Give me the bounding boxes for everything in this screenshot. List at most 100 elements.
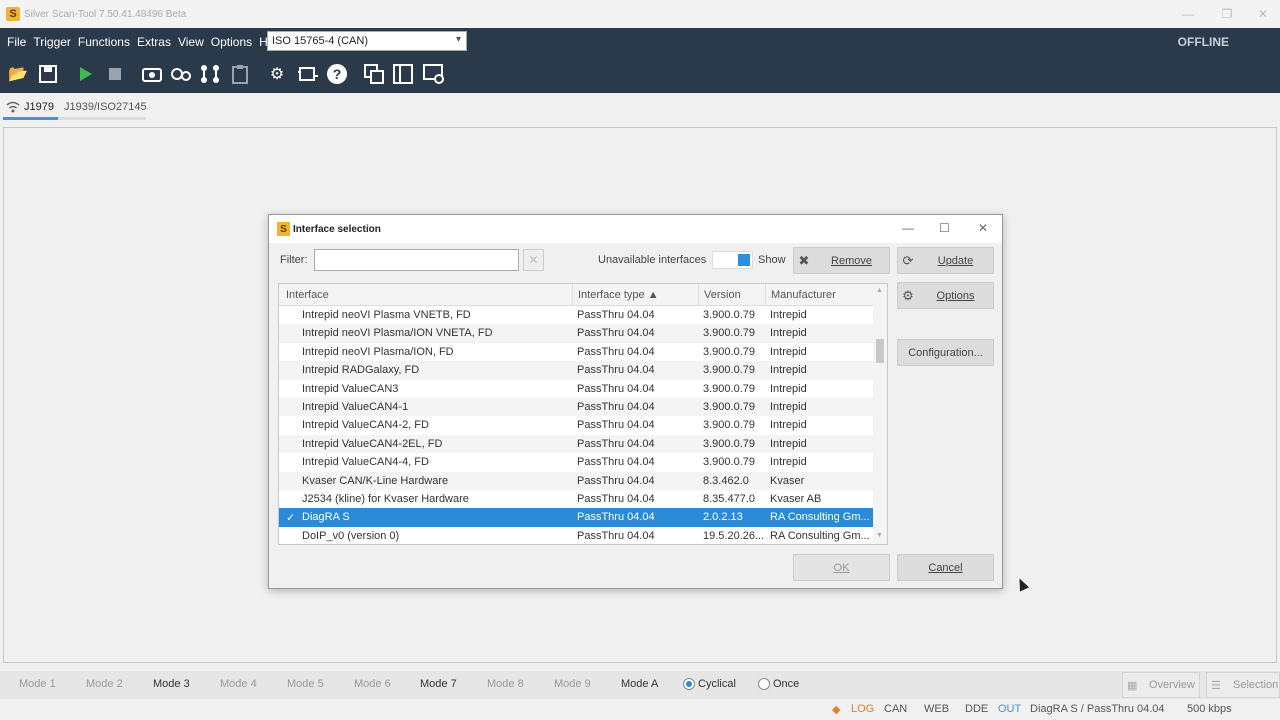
minimize-icon[interactable]: — xyxy=(1168,0,1208,28)
overview-button[interactable]: ▦ Overview xyxy=(1122,672,1200,698)
column-interface-type[interactable]: Interface type ▲ xyxy=(578,289,659,301)
gear-icon[interactable]: ⚙ xyxy=(266,63,288,85)
cell-manufacturer: Intrepid xyxy=(770,456,807,469)
tab-j1939-iso27145[interactable]: J1939/ISO27145 xyxy=(64,101,147,113)
mode-7-button[interactable]: Mode 7 xyxy=(420,678,457,690)
cell-version: 3.900.0.79 xyxy=(703,456,755,469)
play-icon[interactable] xyxy=(74,63,96,85)
dialog-close-icon[interactable]: ✕ xyxy=(978,221,988,235)
connection-status: OFFLINE xyxy=(1177,35,1229,49)
cell-version: 3.900.0.79 xyxy=(703,364,755,377)
mode-8-button[interactable]: Mode 8 xyxy=(487,678,524,690)
maximize-icon[interactable]: ❐ xyxy=(1207,0,1247,28)
open-folder-icon[interactable]: 📂 xyxy=(7,63,29,85)
connections-icon[interactable] xyxy=(199,63,221,85)
table-row[interactable]: Intrepid ValueCAN3 PassThru 04.04 3.900.0.… xyxy=(279,380,875,398)
show-unavailable-toggle[interactable] xyxy=(712,251,753,269)
column-version[interactable]: Version xyxy=(704,289,741,301)
menu-bar: File Trigger Functions Extras View Optio… xyxy=(0,28,1280,55)
menu-extras[interactable]: Extras xyxy=(137,35,171,49)
mode-6-button[interactable]: Mode 6 xyxy=(354,678,391,690)
scrollbar-thumb[interactable] xyxy=(876,339,884,363)
ok-button[interactable]: OK xyxy=(793,554,890,581)
menu-options[interactable]: Options xyxy=(211,35,252,49)
save-icon[interactable] xyxy=(37,63,59,85)
mode-3-button[interactable]: Mode 3 xyxy=(153,678,190,690)
table-row[interactable]: J2534 (kline) for Kvaser Hardware PassThr… xyxy=(279,490,875,508)
table-row[interactable]: Intrepid neoVI Plasma/ION, FD PassThru 04… xyxy=(279,343,875,361)
refresh-icon: ⟳ xyxy=(902,252,914,268)
once-radio[interactable] xyxy=(758,678,770,690)
table-row[interactable]: Intrepid ValueCAN4-2EL, FD PassThru 04.04… xyxy=(279,434,875,454)
remove-button[interactable]: ✖ Remove xyxy=(793,247,890,274)
selection-button[interactable]: ☰ Selection xyxy=(1206,672,1280,698)
options-button[interactable]: ⚙ Options xyxy=(897,282,994,309)
unavailable-interfaces-label: Unavailable interfaces xyxy=(598,254,707,266)
configuration-button[interactable]: Configuration... xyxy=(897,339,994,366)
table-row[interactable]: Intrepid ValueCAN4-4, FD PassThru 04.04 3.… xyxy=(279,453,875,471)
tab-row: J1979 J1939/ISO27145 xyxy=(0,93,1280,123)
filter-input[interactable] xyxy=(314,249,519,271)
cell-interface-type: PassThru 04.04 xyxy=(577,437,655,450)
vertical-scrollbar[interactable]: ▲ ▼ xyxy=(873,284,887,544)
mode-4-button[interactable]: Mode 4 xyxy=(220,678,257,690)
windows-icon[interactable] xyxy=(363,63,385,85)
vehicle-icon[interactable] xyxy=(297,63,319,85)
cell-version: 3.900.0.79 xyxy=(703,327,755,340)
cell-interface-type: PassThru 04.04 xyxy=(577,345,655,358)
cell-interface-type: PassThru 04.04 xyxy=(577,327,655,340)
menu-trigger[interactable]: Trigger xyxy=(33,35,71,49)
cell-interface-type: PassThru 04.04 xyxy=(577,456,655,469)
cell-interface: Intrepid ValueCAN4-1 xyxy=(302,400,409,413)
checkmark-icon[interactable]: ✓ xyxy=(286,511,298,524)
mode-1-button[interactable]: Mode 1 xyxy=(19,678,56,690)
record-icon[interactable] xyxy=(170,63,192,85)
cell-version: 3.900.0.79 xyxy=(703,309,755,321)
menu-view[interactable]: View xyxy=(178,35,204,49)
help-icon[interactable]: ? xyxy=(326,63,348,85)
scroll-up-icon[interactable]: ▲ xyxy=(876,287,883,294)
dialog-minimize-icon[interactable]: — xyxy=(902,221,914,235)
close-icon[interactable]: ✕ xyxy=(1243,0,1280,28)
mode-5-button[interactable]: Mode 5 xyxy=(287,678,324,690)
clear-filter-icon[interactable]: ✕ xyxy=(523,249,544,271)
table-row[interactable]: Intrepid ValueCAN4-1 PassThru 04.04 3.900.… xyxy=(279,397,875,417)
cell-interface: Intrepid RADGalaxy, FD xyxy=(302,364,420,377)
status-out: OUT xyxy=(998,703,1022,715)
panel-icon[interactable] xyxy=(392,63,414,85)
cell-interface-type: PassThru 04.04 xyxy=(577,382,655,395)
menu-functions[interactable]: Functions xyxy=(78,35,130,49)
cell-version: 2.0.2.13 xyxy=(703,511,743,524)
table-row[interactable]: Intrepid neoVI Plasma/ION VNETA, FD PassT… xyxy=(279,324,875,343)
stop-icon[interactable] xyxy=(104,63,126,85)
table-row[interactable]: Kvaser CAN/K-Line Hardware PassThru 04.04… xyxy=(279,471,875,490)
mode-9-button[interactable]: Mode 9 xyxy=(554,678,591,690)
mode-a-button[interactable]: Mode A xyxy=(621,678,658,690)
protocol-select[interactable]: ISO 15765-4 (CAN) ▾ xyxy=(267,31,467,51)
table-row[interactable]: Intrepid ValueCAN4-2, FD PassThru 04.04 3.… xyxy=(279,416,875,434)
status-bar: ◆ LOG CAN WEB DDE OUT DiagRA S / PassThr… xyxy=(0,699,1280,720)
scroll-down-icon[interactable]: ▼ xyxy=(876,532,883,539)
table-row[interactable]: Intrepid neoVI Plasma VNETB, FD PassThru … xyxy=(279,306,875,324)
menu-file[interactable]: File xyxy=(7,35,26,49)
clipboard-icon[interactable] xyxy=(229,63,251,85)
table-row[interactable]: Intrepid RADGalaxy, FD PassThru 04.04 3.90… xyxy=(279,361,875,380)
camera-icon[interactable] xyxy=(141,63,163,85)
cell-version: 8.35.477.0 xyxy=(703,492,755,505)
cell-interface: Intrepid ValueCAN3 xyxy=(302,382,399,395)
dialog-title: Interface selection xyxy=(293,223,381,235)
cyclical-radio[interactable] xyxy=(683,678,695,690)
mode-2-button[interactable]: Mode 2 xyxy=(86,678,123,690)
dialog-maximize-icon[interactable]: ☐ xyxy=(939,221,950,235)
column-manufacturer[interactable]: Manufacturer xyxy=(771,289,836,301)
monitor-icon[interactable] xyxy=(422,63,444,85)
table-row[interactable]: DoIP_v0 (version 0) PassThru 04.04 19.5.20… xyxy=(279,527,875,544)
status-can: CAN xyxy=(884,703,908,715)
cancel-button[interactable]: Cancel xyxy=(897,554,994,581)
cell-interface: Intrepid neoVI Plasma/ION, FD xyxy=(302,345,454,358)
update-button[interactable]: ⟳ Update xyxy=(897,247,994,274)
table-row[interactable]: ✓ DiagRA S PassThru 04.04 2.0.2.13 RA Consul… xyxy=(279,508,875,527)
cell-manufacturer: Intrepid xyxy=(770,437,807,450)
tab-j1979[interactable]: J1979 xyxy=(24,101,54,113)
column-interface[interactable]: Interface xyxy=(286,289,329,301)
